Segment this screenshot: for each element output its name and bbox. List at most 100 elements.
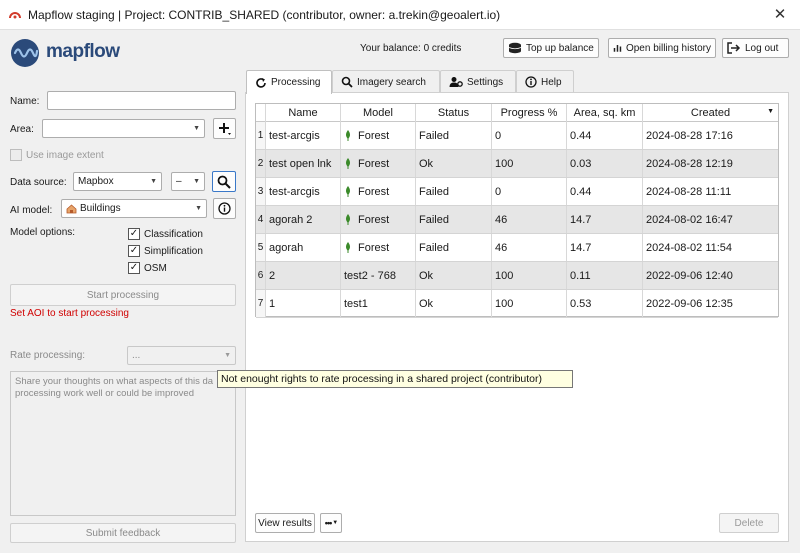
cell-area: 0.03 [567, 150, 643, 177]
cell-model: Forest [341, 234, 416, 261]
tab-settings[interactable]: Settings [440, 70, 516, 93]
use-image-extent-label: Use image extent [26, 149, 104, 161]
row-number: 5 [256, 234, 266, 261]
row-number: 2 [256, 150, 266, 177]
rate-processing-value: ... [132, 350, 141, 361]
feedback-textarea[interactable]: Share your thoughts on what aspects of t… [10, 371, 236, 516]
processings-table: Name Model Status Progress % Area, sq. k… [255, 103, 779, 318]
logo-text: mapflow [46, 41, 120, 62]
chevron-down-icon: ▼ [224, 352, 231, 359]
checkmark-icon: ✓ [128, 245, 140, 257]
classification-checkbox[interactable]: ✓ Classification [128, 228, 203, 240]
row-number: 4 [256, 206, 266, 233]
forest-leaf-icon [346, 130, 350, 141]
column-header-created-label: Created [690, 107, 731, 119]
cell-created: 2024-08-28 17:16 [646, 129, 733, 142]
tab-help[interactable]: Help [516, 70, 574, 93]
ai-model-select[interactable]: Buildings ▼ [61, 199, 207, 218]
model-info-button[interactable] [213, 198, 236, 219]
cell-area: 0.44 [567, 122, 643, 149]
table-row[interactable]: 5 agorah Forest Failed 46 14.7 2024-08-0… [256, 234, 778, 262]
logout-icon [727, 42, 741, 54]
cell-status: Ok [416, 150, 492, 177]
table-row[interactable]: 2 test open lnk Forest Ok 100 0.03 2024-… [256, 150, 778, 178]
column-header-created[interactable]: Created ▼ [643, 104, 778, 122]
column-header-progress[interactable]: Progress % [492, 104, 567, 122]
view-results-button[interactable]: View results [255, 513, 315, 533]
start-processing-button[interactable]: Start processing [10, 284, 236, 306]
cell-model: test1 [341, 290, 416, 317]
simplification-checkbox[interactable]: ✓ Simplification [128, 245, 203, 257]
forest-leaf-icon [346, 186, 350, 197]
cell-area: 0.11 [567, 262, 643, 289]
balance-label: Your balance: 0 credits [360, 43, 462, 54]
name-input[interactable] [47, 91, 236, 110]
cell-model: Forest [341, 150, 416, 177]
table-row[interactable]: 4 agorah 2 Forest Failed 46 14.7 2024-08… [256, 206, 778, 234]
cell-model: Forest [341, 206, 416, 233]
model-options-label: Model options: [10, 227, 76, 238]
tab-processing[interactable]: Processing [246, 70, 332, 94]
column-header-status[interactable]: Status [416, 104, 492, 122]
osm-checkbox[interactable]: ✓ OSM [128, 262, 167, 274]
cell-created: 2022-09-06 12:40 [646, 269, 733, 282]
close-window-button[interactable]: ✕ [770, 5, 790, 25]
add-area-button[interactable] [213, 118, 236, 139]
column-header-name[interactable]: Name [266, 104, 341, 122]
ai-model-value-wrap: Buildings [66, 203, 121, 214]
data-source-value: Mapbox [78, 176, 114, 187]
tab-help-label: Help [541, 76, 562, 88]
area-select[interactable]: ▼ [42, 119, 205, 138]
cell-created: 2022-09-06 12:35 [646, 297, 733, 310]
top-up-balance-label: Top up balance [526, 42, 594, 54]
title-bar: Mapflow staging | Project: CONTRIB_SHARE… [0, 0, 800, 30]
cell-area: 0.53 [567, 290, 643, 317]
cell-status: Ok [416, 290, 492, 317]
error-message: Set AOI to start processing [10, 308, 129, 319]
chevron-down-icon: ▼ [193, 125, 200, 132]
bar-chart-icon [613, 45, 622, 52]
submit-feedback-button[interactable]: Submit feedback [10, 523, 236, 543]
rate-processing-select[interactable]: ... ▼ [127, 346, 236, 365]
log-out-button[interactable]: Log out [722, 38, 789, 58]
cell-progress: 0 [492, 122, 567, 149]
chevron-down-icon: ▼ [150, 178, 157, 185]
cell-progress: 0 [492, 178, 567, 205]
cell-model: test2 - 768 [341, 262, 416, 289]
house-icon [66, 203, 77, 213]
table-row[interactable]: 1 test-arcgis Forest Failed 0 0.44 2024-… [256, 122, 778, 150]
cell-model-label: Forest [358, 157, 390, 170]
rate-processing-label: Rate processing: [10, 350, 86, 361]
column-header-area[interactable]: Area, sq. km [567, 104, 643, 122]
column-header-model[interactable]: Model [341, 104, 416, 122]
table-header: Name Model Status Progress % Area, sq. k… [256, 104, 778, 122]
data-source-provider-value: – [176, 176, 182, 187]
header: mapflow Your balance: 0 credits Top up b… [0, 30, 800, 70]
delete-button[interactable]: Delete [719, 513, 779, 533]
open-billing-history-button[interactable]: Open billing history [608, 38, 716, 58]
mapflow-app-icon [9, 12, 21, 19]
coins-icon [508, 42, 522, 54]
data-source-select[interactable]: Mapbox ▼ [73, 172, 162, 191]
table-row[interactable]: 3 test-arcgis Forest Failed 0 0.44 2024-… [256, 178, 778, 206]
area-label: Area: [10, 124, 34, 135]
chevron-down-icon: ▼ [193, 178, 200, 185]
more-options-button[interactable]: ••• ▼ [320, 513, 342, 533]
use-image-extent-checkbox[interactable]: Use image extent [10, 149, 104, 161]
chevron-down-icon: ▼ [332, 520, 338, 526]
search-imagery-button[interactable] [212, 171, 236, 192]
table-row[interactable]: 6 2 test2 - 768 Ok 100 0.11 2022-09-06 1… [256, 262, 778, 290]
table-row[interactable]: 7 1 test1 Ok 100 0.53 2022-09-06 12:35 [256, 290, 778, 318]
forest-leaf-icon [346, 242, 350, 253]
tab-imagery-search[interactable]: Imagery search [332, 70, 440, 93]
tab-processing-label: Processing [271, 77, 321, 88]
top-up-balance-button[interactable]: Top up balance [503, 38, 599, 58]
forest-leaf-icon [346, 214, 350, 225]
row-number-header [256, 104, 266, 122]
cell-status: Failed [416, 234, 492, 261]
search-icon [217, 175, 231, 189]
chevron-down-icon: ▼ [195, 205, 202, 212]
cell-created: 2024-08-28 11:11 [646, 185, 732, 198]
data-source-provider-select[interactable]: – ▼ [171, 172, 205, 191]
sort-descending-icon: ▼ [767, 108, 774, 115]
